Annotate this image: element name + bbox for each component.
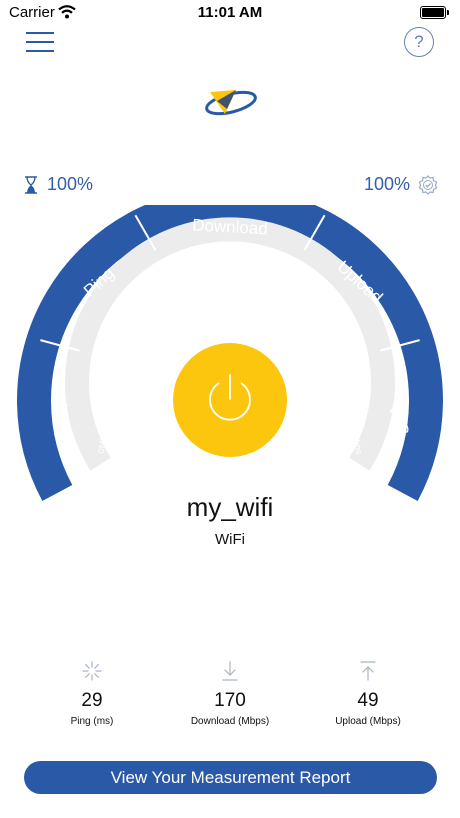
download-label: Download (Mbps)	[190, 716, 270, 727]
clock: 11:01 AM	[197, 4, 263, 21]
stat-left-value: 100%	[47, 174, 94, 194]
download-arrow-icon	[222, 661, 238, 681]
gauge-scale-label: 1Mbps	[109, 308, 132, 337]
upload-label: Upload (Mbps)	[335, 716, 401, 727]
verified-badge-icon	[418, 174, 438, 195]
download-metric: 170 Download (Mbps)	[160, 658, 300, 727]
ping-icon	[82, 661, 102, 681]
gauge-scale-label: 100Mbps	[324, 303, 352, 340]
power-icon	[209, 374, 251, 421]
upload-value: 49	[357, 690, 379, 711]
stat-right-value: 100%	[363, 174, 410, 194]
gauge-segment-qos: QoS	[388, 400, 413, 437]
ping-label: Ping (ms)	[70, 716, 114, 727]
start-test-button[interactable]	[173, 343, 287, 457]
upload-metric: 49 Upload (Mbps)	[298, 658, 438, 727]
battery-icon	[420, 6, 449, 19]
gauge-scale-label: 10Mbps	[214, 264, 247, 274]
hourglass-icon	[25, 175, 37, 194]
gauge-scale-label: 0Mbps	[96, 425, 111, 454]
view-report-button[interactable]: View Your Measurement Report	[24, 761, 437, 794]
status-bar: Carrier 11:01 AM	[0, 0, 460, 26]
app-logo	[205, 90, 257, 116]
gauge-segment-download: Download	[192, 216, 269, 239]
help-button[interactable]: ?	[404, 27, 434, 57]
download-value: 170	[214, 690, 246, 711]
gauge-segment-init: Init	[49, 401, 72, 427]
menu-icon[interactable]	[26, 32, 56, 54]
gauge-scale-label: 1Gbps	[350, 427, 365, 455]
progress-stat-left: 100%	[24, 174, 93, 195]
upload-arrow-icon	[360, 661, 376, 681]
ping-metric: 29 Ping (ms)	[22, 658, 162, 727]
progress-stat-right: 100%	[364, 174, 438, 195]
ping-value: 29	[81, 690, 103, 711]
network-name: my_wifi	[186, 492, 274, 522]
network-type: WiFi	[215, 531, 245, 548]
